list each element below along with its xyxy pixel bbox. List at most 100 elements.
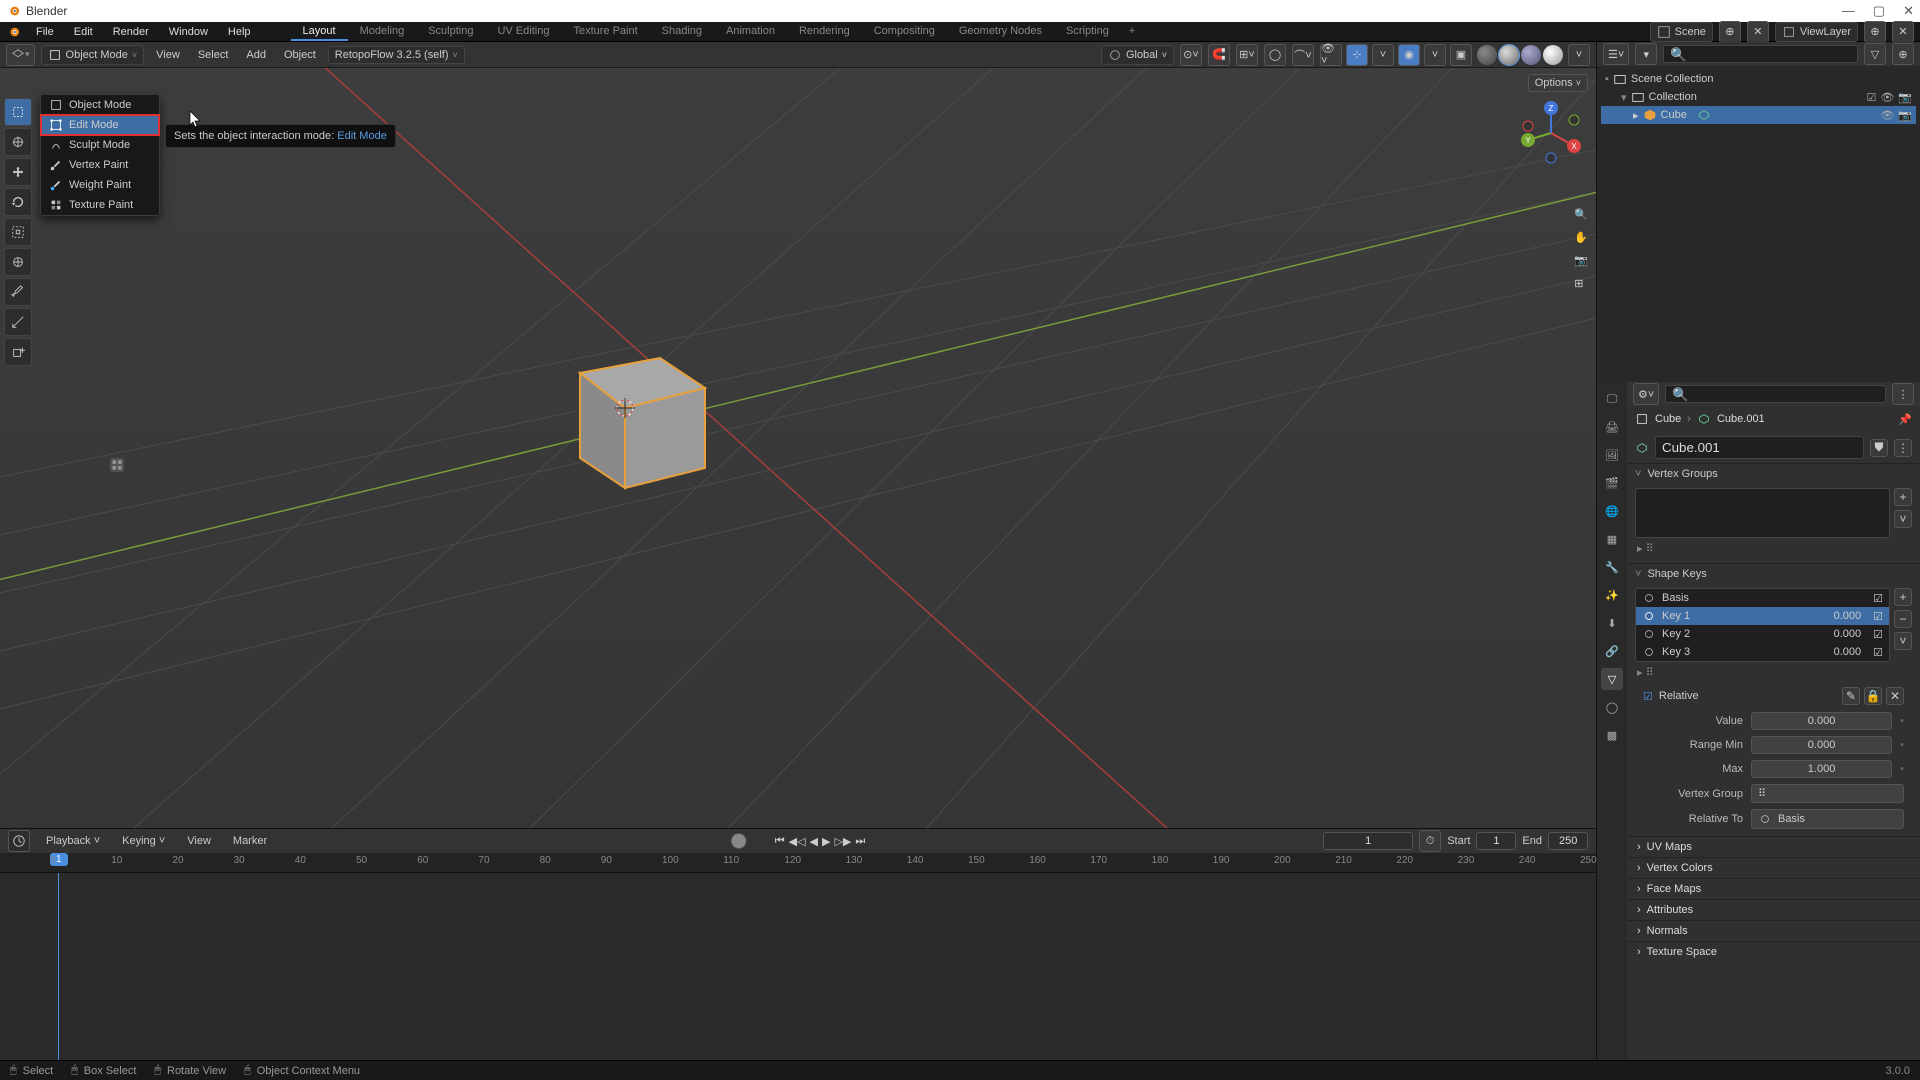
autokey-toggle[interactable] <box>731 833 747 849</box>
eye-icon[interactable]: 👁 <box>1880 109 1894 122</box>
rotate-tool[interactable] <box>4 188 32 216</box>
mode-item-edit[interactable]: Edit Mode <box>41 115 159 135</box>
scene-new-button[interactable]: ⊕ <box>1719 21 1741 43</box>
tab-layout[interactable]: Layout <box>291 23 348 41</box>
prop-options[interactable]: ⋮ <box>1892 383 1914 405</box>
play-button[interactable]: ▶ <box>822 835 830 848</box>
new-collection-button[interactable]: ⊕ <box>1892 43 1914 65</box>
view-menu-tl[interactable]: View <box>181 833 217 849</box>
breadcrumb-data[interactable]: Cube.001 <box>1717 413 1765 425</box>
checkbox[interactable]: ☑ <box>1873 646 1883 659</box>
tab-texture[interactable]: ▩ <box>1601 724 1623 746</box>
scale-tool[interactable] <box>4 218 32 246</box>
menu-file[interactable]: File <box>28 24 62 40</box>
vertex-groups-list[interactable] <box>1635 488 1890 538</box>
maximize-button[interactable]: ▢ <box>1873 3 1885 19</box>
keyframe-dot[interactable]: • <box>1900 763 1904 775</box>
panel-shape-keys-header[interactable]: ˅Shape Keys <box>1627 564 1920 584</box>
editor-type-selector[interactable]: ▾ <box>6 44 35 66</box>
scene-selector[interactable]: Scene <box>1650 22 1713 42</box>
list-expand-icon[interactable]: ▸ ⠿ <box>1635 662 1912 683</box>
list-item[interactable]: Key 3 0.000 ☑ <box>1636 643 1889 661</box>
end-frame-field[interactable]: 250 <box>1548 832 1588 850</box>
perspective-toggle-icon[interactable]: ⊞ <box>1574 277 1588 290</box>
tab-scene[interactable]: 🎬 <box>1601 472 1623 494</box>
prev-key-button[interactable]: ◀◁ <box>789 835 806 848</box>
menu-render[interactable]: Render <box>105 24 157 40</box>
panel-normals-header[interactable]: ›Normals <box>1627 921 1920 941</box>
keying-menu[interactable]: Keying ˅ <box>116 833 171 849</box>
tab-mesh-data[interactable]: ▽ <box>1601 668 1623 690</box>
jump-end-button[interactable]: ⏭ <box>855 835 865 848</box>
gizmo-toggle[interactable]: ⊹ <box>1346 44 1368 66</box>
panel-vertex-groups-header[interactable]: ˅Vertex Groups <box>1627 464 1920 484</box>
add-menu[interactable]: Add <box>240 47 272 63</box>
proportional-toggle[interactable]: ◯ <box>1264 44 1286 66</box>
cube-object[interactable] <box>540 328 720 508</box>
shapekey-edit-icon[interactable]: ✎ <box>1842 687 1860 705</box>
gizmo-selector[interactable]: ˅ <box>1372 44 1394 66</box>
tree-row-cube[interactable]: ▸ Cube 👁 📷 <box>1601 106 1916 124</box>
menu-window[interactable]: Window <box>161 24 216 40</box>
camera-view-icon[interactable]: 📷 <box>1574 254 1588 267</box>
snap-selector[interactable]: ⊞˅ <box>1236 44 1258 66</box>
tab-material[interactable]: ◯ <box>1601 696 1623 718</box>
checkbox[interactable]: ☑ <box>1873 592 1883 605</box>
mode-item-weight-paint[interactable]: Weight Paint <box>41 175 159 195</box>
view-menu[interactable]: View <box>150 47 186 63</box>
tab-physics[interactable]: ⬇ <box>1601 612 1623 634</box>
mode-item-object[interactable]: Object Mode <box>41 95 159 115</box>
properties-search[interactable] <box>1665 385 1886 403</box>
mode-item-texture-paint[interactable]: Texture Paint <box>41 195 159 215</box>
range-min-field[interactable]: 0.000 <box>1751 736 1892 754</box>
menu-help[interactable]: Help <box>220 24 259 40</box>
vertex-group-field[interactable]: ⠿ <box>1751 784 1904 803</box>
breadcrumb-obj[interactable]: Cube <box>1655 413 1681 425</box>
current-frame-field[interactable]: 1 <box>1323 832 1413 850</box>
outliner-type-selector[interactable]: ☰˅ <box>1603 43 1629 65</box>
tab-rendering[interactable]: Rendering <box>787 23 862 41</box>
rendered-shading[interactable] <box>1543 45 1563 65</box>
mesh-name-input[interactable] <box>1655 436 1864 459</box>
material-shading[interactable] <box>1521 45 1541 65</box>
marker-menu[interactable]: Marker <box>227 833 273 849</box>
menu-edit[interactable]: Edit <box>66 24 101 40</box>
overlay-selector[interactable]: ˅ <box>1424 44 1446 66</box>
render-icon[interactable]: 📷 <box>1898 109 1912 122</box>
pivot-selector[interactable]: ⊙˅ <box>1180 44 1202 66</box>
tab-output[interactable]: 🖨 <box>1601 416 1623 438</box>
close-button[interactable]: ✕ <box>1903 3 1914 19</box>
mode-item-vertex-paint[interactable]: Vertex Paint <box>41 155 159 175</box>
add-button[interactable]: + <box>1894 488 1912 506</box>
playback-menu[interactable]: Playback ˅ <box>40 833 106 849</box>
jump-start-button[interactable]: ⏮ <box>775 835 785 848</box>
frame-rate-icon[interactable]: ⏱ <box>1419 830 1441 852</box>
tab-uv-editing[interactable]: UV Editing <box>485 23 561 41</box>
object-menu[interactable]: Object <box>278 47 322 63</box>
tree-row-collection[interactable]: ▾ Collection ☑ 👁 📷 <box>1601 88 1916 106</box>
tab-shading[interactable]: Shading <box>650 23 714 41</box>
max-field[interactable]: 1.000 <box>1751 760 1892 778</box>
scene-delete-button[interactable]: ✕ <box>1747 21 1769 43</box>
solid-shading[interactable] <box>1499 45 1519 65</box>
play-reverse-button[interactable]: ◀ <box>810 835 818 848</box>
shapekey-lock-icon[interactable]: 🔒 <box>1864 687 1882 705</box>
tab-geometry-nodes[interactable]: Geometry Nodes <box>947 23 1054 41</box>
tab-object[interactable]: ▦ <box>1601 528 1623 550</box>
select-menu[interactable]: Select <box>192 47 235 63</box>
tab-texture-paint[interactable]: Texture Paint <box>561 23 649 41</box>
tab-sculpting[interactable]: Sculpting <box>416 23 485 41</box>
viewlayer-new-button[interactable]: ⊕ <box>1864 21 1886 43</box>
relative-checkbox[interactable]: ☑ <box>1643 690 1653 703</box>
list-item[interactable]: Basis ☑ <box>1636 589 1889 607</box>
measure-tool[interactable] <box>4 308 32 336</box>
exclude-checkbox[interactable]: ☑ <box>1866 91 1876 104</box>
tab-scripting[interactable]: Scripting <box>1054 23 1121 41</box>
filter-button[interactable]: ▽ <box>1864 43 1886 65</box>
nav-gizmo[interactable]: X Y Z <box>1516 98 1586 168</box>
eye-icon[interactable]: 👁 <box>1880 91 1894 104</box>
overlay-toggle[interactable]: ◉ <box>1398 44 1420 66</box>
tab-add-button[interactable]: + <box>1121 23 1143 41</box>
display-mode-selector[interactable]: ▾ <box>1635 43 1657 65</box>
wireframe-shading[interactable] <box>1477 45 1497 65</box>
